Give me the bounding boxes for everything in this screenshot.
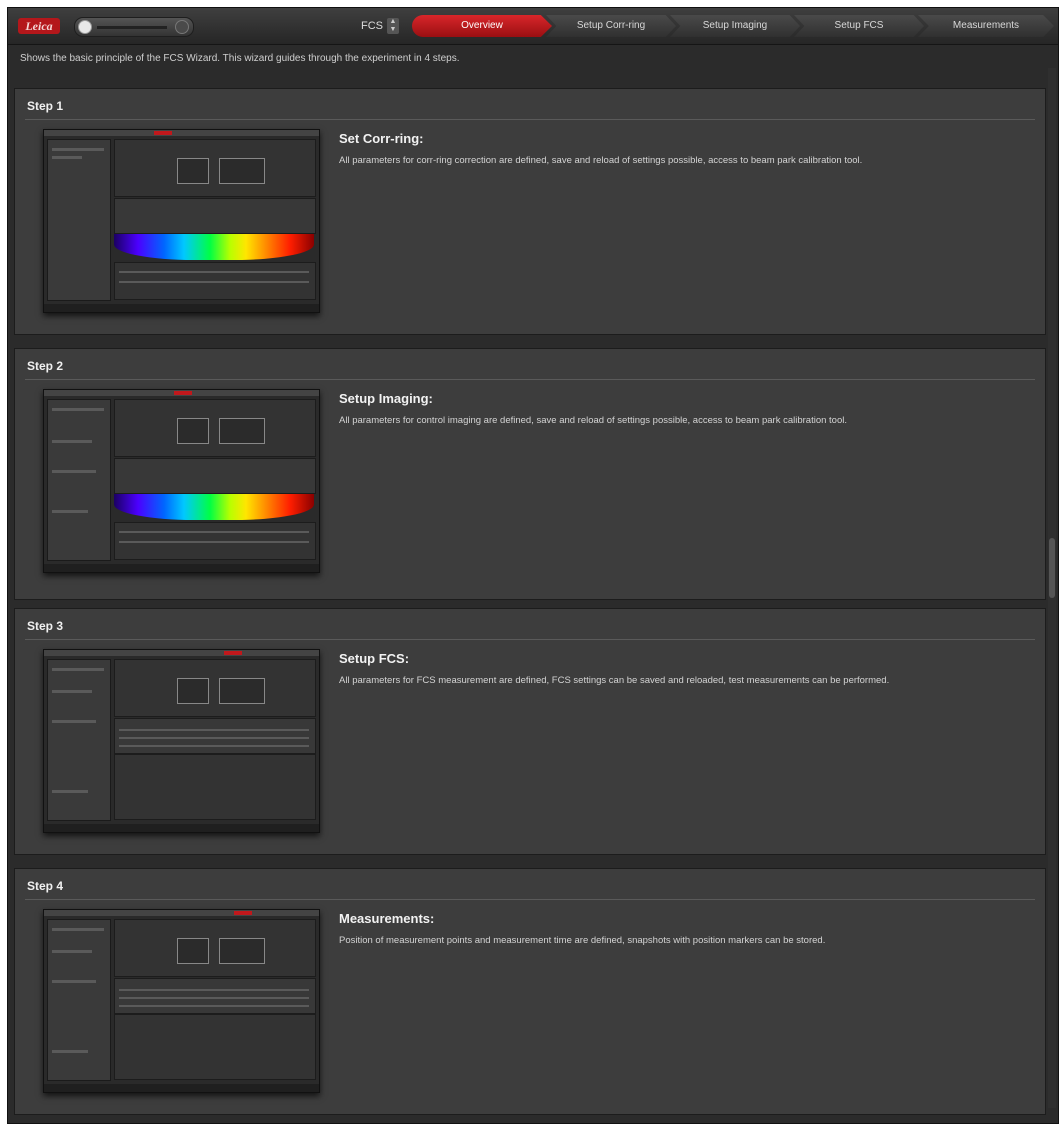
top-toolbar: Leica FCS ▲ ▼ Overview Setup Corr-ring Se…: [8, 8, 1058, 45]
toggle-end-icon: [175, 20, 189, 34]
step-header: Step 1: [27, 99, 64, 113]
tab-overview[interactable]: Overview: [412, 15, 552, 37]
step-description: Position of measurement points and measu…: [339, 935, 826, 946]
step-panel-3: Step 3 Setup FCS: All parameters for FCS…: [14, 608, 1046, 855]
step-header: Step 2: [27, 359, 64, 373]
spin-arrows-icon[interactable]: ▲ ▼: [387, 18, 399, 34]
step-title: Setup Imaging:: [339, 391, 433, 406]
leica-logo: Leica: [18, 18, 60, 34]
toggle-track: [97, 26, 167, 29]
step-panel-1: Step 1 Set Corr-ring: All parameters for…: [14, 88, 1046, 335]
step-panel-4: Step 4 Measurements: Position of measure…: [14, 868, 1046, 1115]
step-title: Measurements:: [339, 911, 435, 926]
tab-setup-fcs[interactable]: Setup FCS: [794, 15, 924, 37]
step-panel-2: Step 2 Setup Imaging: All parameters for…: [14, 348, 1046, 600]
acquire-mode-switch[interactable]: [74, 17, 194, 37]
step-header: Step 3: [27, 619, 64, 633]
divider: [25, 639, 1035, 640]
application-select-value: FCS: [361, 20, 383, 32]
step-description: All parameters for corr-ring correction …: [339, 155, 863, 166]
step-description: All parameters for FCS measurement are d…: [339, 675, 890, 686]
step-screenshot-thumbnail: [43, 389, 320, 573]
step-description: All parameters for control imaging are d…: [339, 415, 847, 426]
divider: [25, 119, 1035, 120]
divider: [25, 379, 1035, 380]
fcs-wizard-window: Leica FCS ▲ ▼ Overview Setup Corr-ring Se…: [7, 7, 1059, 1124]
scrollbar-thumb[interactable]: [1049, 538, 1055, 598]
wizard-description: Shows the basic principle of the FCS Wiz…: [20, 53, 460, 64]
toggle-knob-icon: [78, 20, 92, 34]
step-title: Set Corr-ring:: [339, 131, 424, 146]
tab-setup-corr-ring[interactable]: Setup Corr-ring: [546, 15, 676, 37]
step-header: Step 4: [27, 879, 64, 893]
step-title: Setup FCS:: [339, 651, 410, 666]
step-screenshot-thumbnail: [43, 909, 320, 1093]
step-screenshot-thumbnail: [43, 649, 320, 833]
divider: [25, 899, 1035, 900]
tab-setup-imaging[interactable]: Setup Imaging: [670, 15, 800, 37]
tab-measurements[interactable]: Measurements: [918, 15, 1054, 37]
step-screenshot-thumbnail: [43, 129, 320, 313]
application-select[interactable]: FCS ▲ ▼: [361, 18, 399, 34]
vertical-scrollbar[interactable]: [1048, 68, 1056, 1108]
